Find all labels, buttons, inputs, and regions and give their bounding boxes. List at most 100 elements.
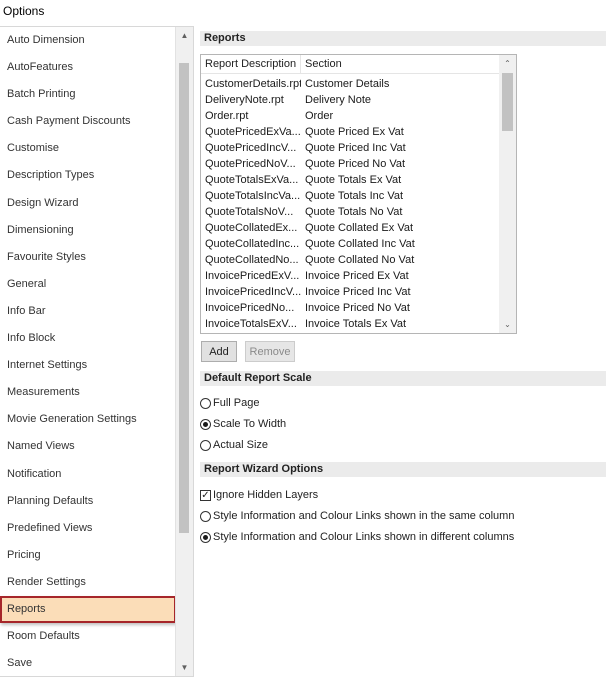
sidebar-item[interactable]: Pricing [0,542,174,569]
table-row[interactable]: QuoteCollatedInc... Quote Collated Inc Va… [201,236,499,252]
report-description-cell: QuoteTotalsIncVa... [205,190,301,202]
report-description-cell: QuoteTotalsNoV... [205,206,294,218]
sidebar-item[interactable]: Auto Dimension [0,27,174,54]
table-row[interactable]: QuotePricedNoV... Quote Priced No Vat [201,156,499,172]
table-row[interactable]: CustomerDetails.rpt Customer Details [201,76,499,92]
table-row[interactable]: QuoteCollatedEx... Quote Collated Ex Vat [201,220,499,236]
radio-button[interactable] [200,418,211,430]
category-list: Auto Dimension AutoFeatures Batch Printing… [0,27,176,676]
table-row[interactable]: QuoteTotalsExVa... Quote Totals Ex Vat [201,172,499,188]
radio-button[interactable] [200,439,211,451]
radio-button[interactable] [200,397,211,409]
report-description-cell: InvoiceTotalsExV... [205,318,297,330]
sidebar-item[interactable]: Batch Printing [0,81,174,108]
radio-full-page[interactable]: Full Page [200,395,259,411]
section-cell: Invoice Priced No Vat [305,302,410,314]
sidebar-item[interactable]: Render Settings [0,569,174,596]
reports-list-rows: CustomerDetails.rpt Customer Details Deliv… [201,76,499,332]
table-row[interactable]: QuotePricedExVa... Quote Priced Ex Vat [201,124,499,140]
radio-actual-size[interactable]: Actual Size [200,437,268,453]
chevron-up-icon: ⌃ [504,59,511,68]
sidebar-item[interactable]: Internet Settings [0,352,174,379]
radio-button[interactable] [200,510,211,522]
reports-scrollbar[interactable]: ⌃ ⌄ [499,55,516,333]
sidebar-item[interactable]: Notification [0,461,174,488]
sidebar-item[interactable]: Favourite Styles [0,244,174,271]
table-row[interactable]: QuoteTotalsIncVa... Quote Totals Inc Vat [201,188,499,204]
table-row[interactable]: QuoteCollatedNo... Quote Collated No Vat [201,252,499,268]
radio-label: Style Information and Colour Links shown… [213,531,515,543]
section-cell: Order [305,110,334,122]
table-row[interactable]: InvoicePricedIncV... Invoice Priced Inc V… [201,284,499,300]
scroll-up-button[interactable]: ▲ [176,27,193,44]
table-row[interactable]: InvoicePricedNo... Invoice Priced No Vat [201,300,499,316]
sidebar-item[interactable]: Description Types [0,162,174,189]
table-row[interactable]: Order.rpt Order [201,108,499,124]
table-row[interactable]: InvoiceTotalsExV... Invoice Totals Ex Vat [201,316,499,332]
sidebar-item[interactable]: Customise [0,135,174,162]
radio-label: Style Information and Colour Links shown… [213,510,515,522]
reports-scroll-up-button[interactable]: ⌃ [499,55,516,72]
checkmark-icon[interactable]: ✓ [200,489,211,501]
report-description-cell: InvoicePricedIncV... [205,286,301,298]
sidebar-item[interactable]: Movie Generation Settings [0,406,174,433]
scroll-thumb[interactable] [179,63,189,533]
section-cell: Quote Totals Inc Vat [305,190,404,202]
sidebar-item[interactable]: Info Block [0,325,174,352]
reports-listview[interactable]: Report Description Section CustomerDetai… [200,54,517,334]
sidebar-item[interactable]: Info Bar [0,298,174,325]
window-title: Options [3,4,45,18]
sidebar-item[interactable]: AutoFeatures [0,54,174,81]
radio-same-column[interactable]: Style Information and Colour Links shown… [200,508,514,524]
sidebar-item[interactable]: General [0,271,174,298]
radio-button[interactable] [200,531,211,543]
table-row[interactable]: DeliveryNote.rpt Delivery Note [201,92,499,108]
chevron-down-icon: ⌄ [504,320,511,329]
reports-list-header: Report Description Section [201,55,499,74]
column-header-section[interactable]: Section [301,55,499,73]
section-cell: Delivery Note [305,94,372,106]
reports-scroll-thumb[interactable] [502,73,513,131]
radio-label: Full Page [213,397,260,409]
report-description-cell: QuoteCollatedNo... [205,254,299,266]
sidebar-item[interactable]: Measurements [0,379,174,406]
arrow-down-icon: ▼ [180,663,189,672]
ignore-hidden-layers-checkbox[interactable]: ✓ Ignore Hidden Layers [200,487,318,503]
table-row[interactable]: QuotePricedIncV... Quote Priced Inc Vat [201,140,499,156]
report-description-cell: QuotePricedNoV... [205,158,296,170]
sidebar-item[interactable]: Room Defaults [0,623,174,650]
scroll-down-button[interactable]: ▼ [176,659,193,676]
sidebar-item[interactable]: Reports [0,595,176,624]
arrow-up-icon: ▲ [180,31,189,40]
report-description-cell: QuoteCollatedEx... [205,222,298,234]
section-cell: Quote Collated No Vat [305,254,415,266]
radio-scale-to-width[interactable]: Scale To Width [200,416,286,432]
sidebar-item[interactable]: Save [0,650,174,676]
section-cell: Customer Details [305,78,390,90]
sidebar-item[interactable]: Predefined Views [0,515,174,542]
sidebar-item[interactable]: Named Views [0,433,174,460]
radio-label: Scale To Width [213,418,287,430]
sidebar-item[interactable]: Cash Payment Discounts [0,108,174,135]
report-description-cell: QuoteTotalsExVa... [205,174,299,186]
report-description-cell: QuotePricedExVa... [205,126,301,138]
category-scrollbar[interactable]: ▲ ▼ [175,27,193,676]
section-cell: Quote Totals No Vat [305,206,403,218]
report-description-cell: InvoicePricedExV... [205,270,300,282]
section-cell: Quote Collated Ex Vat [305,222,414,234]
section-cell: Quote Priced No Vat [305,158,406,170]
sidebar-item[interactable]: Planning Defaults [0,488,174,515]
sidebar-item[interactable]: Dimensioning [0,217,174,244]
section-cell: Invoice Priced Inc Vat [305,286,411,298]
column-header-report-description[interactable]: Report Description [201,55,301,73]
checkbox-label: Ignore Hidden Layers [213,489,319,501]
add-report-button[interactable]: Add [201,341,237,362]
radio-different-columns[interactable]: Style Information and Colour Links shown… [200,529,514,545]
report-description-cell: QuoteCollatedInc... [205,238,300,250]
report-description-cell: QuotePricedIncV... [205,142,297,154]
reports-scroll-down-button[interactable]: ⌄ [499,316,516,333]
sidebar-item[interactable]: Design Wizard [0,190,174,217]
table-row[interactable]: QuoteTotalsNoV... Quote Totals No Vat [201,204,499,220]
remove-report-button[interactable]: Remove [245,341,295,362]
table-row[interactable]: InvoicePricedExV... Invoice Priced Ex Vat [201,268,499,284]
